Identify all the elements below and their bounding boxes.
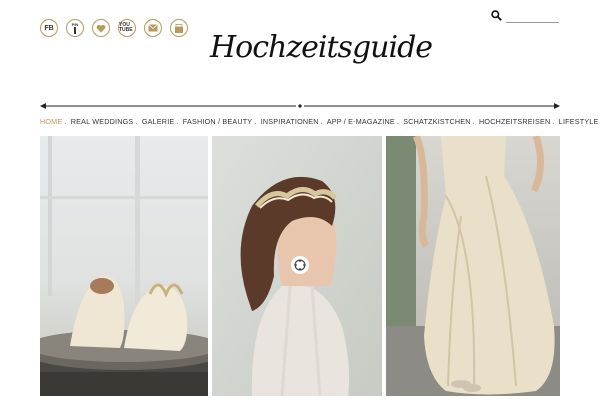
- heart-icon[interactable]: [92, 19, 110, 37]
- youtube-label: YOU TUBE: [119, 22, 133, 33]
- nav-separator: .: [472, 117, 475, 126]
- nav-item-fashion-beauty[interactable]: FASHION / BEAUTY: [183, 117, 253, 126]
- nav-separator: .: [64, 117, 67, 126]
- nav-separator: .: [552, 117, 555, 126]
- nav-item-lifestyle[interactable]: LIFESTYLE: [559, 117, 599, 126]
- main-nav: HOME. REAL WEDDINGS. GALERIE. FASHION / …: [40, 117, 598, 126]
- nav-item-real-weddings[interactable]: REAL WEDDINGS: [71, 117, 134, 126]
- gallery-photo-bride-dress[interactable]: [386, 136, 560, 396]
- nav-separator: .: [254, 117, 257, 126]
- photo-gallery: [40, 136, 560, 396]
- gallery-photo-shoes[interactable]: [40, 136, 208, 396]
- nav-separator: .: [396, 117, 400, 126]
- youtube-icon[interactable]: YOU TUBE: [118, 19, 136, 37]
- social-links: FB PIN YOU TUBE: [40, 19, 188, 37]
- facebook-label: FB: [44, 24, 54, 32]
- nav-separator: .: [135, 117, 138, 126]
- nav-item-schatzkistchen[interactable]: SCHATZKISTCHEN: [403, 117, 470, 126]
- nav-item-home[interactable]: HOME: [40, 117, 62, 126]
- nav-item-hochzeitsreisen[interactable]: HOCHZEITSREISEN: [479, 117, 550, 126]
- mail-icon[interactable]: [144, 19, 162, 37]
- zoom-icon[interactable]: [291, 256, 309, 274]
- nav-item-inspirationen[interactable]: INSPIRATIONEN: [261, 117, 319, 126]
- search-input[interactable]: [506, 10, 559, 23]
- search-box: [491, 9, 561, 25]
- shop-icon[interactable]: [170, 19, 188, 37]
- header-divider: [40, 103, 560, 109]
- nav-item-app-e-magazine[interactable]: APP / E-MAGAZINE: [327, 117, 395, 126]
- search-icon[interactable]: [491, 10, 502, 21]
- site-logo[interactable]: Hochzeitsguide: [210, 26, 433, 70]
- nav-item-galerie[interactable]: GALERIE: [142, 117, 175, 126]
- facebook-icon[interactable]: FB: [40, 19, 58, 37]
- pinterest-icon[interactable]: PIN: [66, 19, 84, 37]
- nav-separator: .: [176, 117, 179, 126]
- nav-separator: .: [320, 117, 323, 126]
